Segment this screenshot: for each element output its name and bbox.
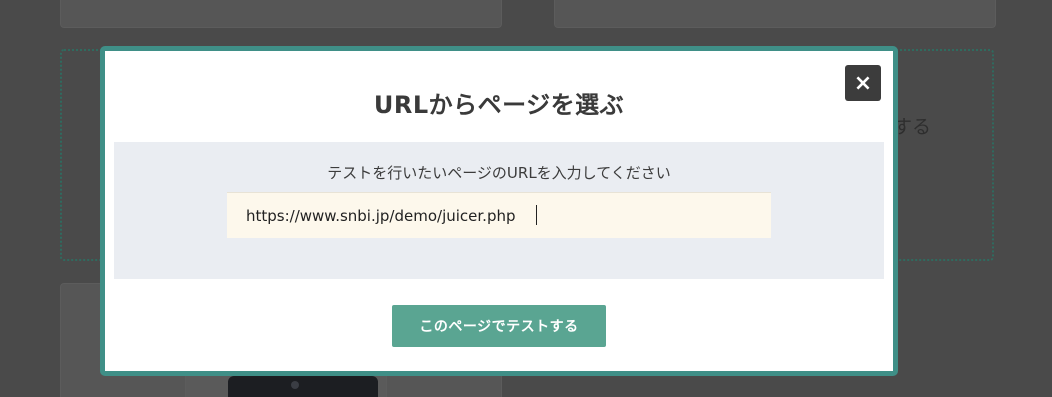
close-button[interactable]: × [845,65,881,101]
url-input-label: テストを行いたいページのURLを入力してください [327,164,671,182]
close-icon: × [853,70,873,96]
test-this-page-button[interactable]: このページでテストする [392,305,606,347]
background-card [554,0,996,28]
modal-title: URLからページを選ぶ [373,91,625,119]
background-device-dot [291,381,299,389]
text-cursor [536,205,537,225]
url-input-panel: テストを行いたいページのURLを入力してください [114,142,884,279]
background-device-image [228,376,378,397]
url-input[interactable] [227,192,771,238]
background-action-text: する [893,116,932,138]
url-select-modal: URLからページを選ぶ × テストを行いたいページのURLを入力してください こ… [100,46,898,376]
background-card [60,0,502,28]
